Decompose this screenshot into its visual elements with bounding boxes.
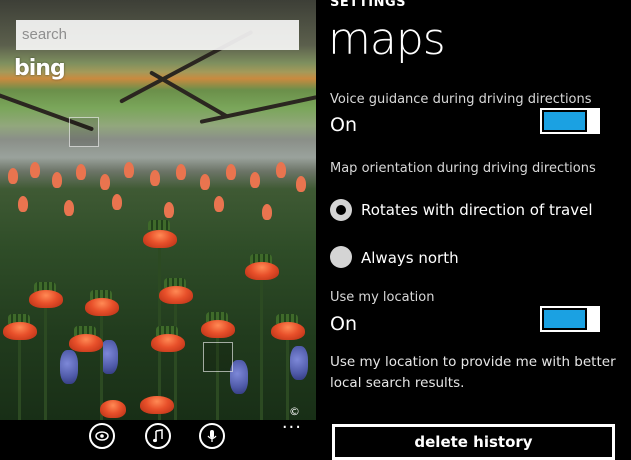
toggle-knob — [587, 108, 599, 134]
voice-guidance-state: On — [330, 114, 357, 136]
microphone-icon — [207, 430, 217, 442]
eye-icon — [95, 431, 109, 441]
toggle-knob — [587, 306, 599, 332]
tree-branch — [149, 70, 229, 119]
always-north-radio[interactable] — [330, 246, 352, 268]
voice-guidance-label: Voice guidance during driving directions — [330, 92, 592, 107]
flower-bed-image — [0, 150, 316, 422]
rotates-radio[interactable] — [330, 199, 352, 221]
always-north-radio-label[interactable]: Always north — [361, 249, 459, 267]
use-location-label: Use my location — [330, 290, 435, 305]
image-hotspot[interactable] — [69, 117, 99, 147]
rotates-radio-label[interactable]: Rotates with direction of travel — [361, 201, 593, 219]
app-bar: ... — [0, 412, 316, 450]
toggle-fill — [544, 112, 585, 130]
voice-search-button[interactable] — [199, 423, 225, 449]
settings-section-title: SETTINGS — [330, 0, 407, 10]
bing-home-pane: bing © ... — [0, 0, 316, 450]
toggle-fill — [544, 310, 585, 328]
use-location-toggle[interactable] — [540, 306, 600, 332]
settings-pane: SETTINGS maps Voice guidance during driv… — [316, 0, 631, 460]
voice-guidance-toggle[interactable] — [540, 108, 600, 134]
delete-history-button[interactable]: delete history — [332, 424, 615, 460]
search-input[interactable] — [16, 20, 299, 50]
use-location-state: On — [330, 313, 357, 335]
map-orientation-label: Map orientation during driving direction… — [330, 161, 596, 176]
vision-search-button[interactable] — [89, 423, 115, 449]
location-description: Use my location to provide me with bette… — [330, 354, 616, 391]
music-search-button[interactable] — [145, 423, 171, 449]
image-hotspot[interactable] — [203, 342, 233, 372]
more-options-button[interactable]: ... — [282, 412, 302, 433]
bing-logo: bing — [14, 56, 66, 81]
page-title: maps — [328, 14, 446, 65]
music-note-icon — [153, 429, 163, 443]
